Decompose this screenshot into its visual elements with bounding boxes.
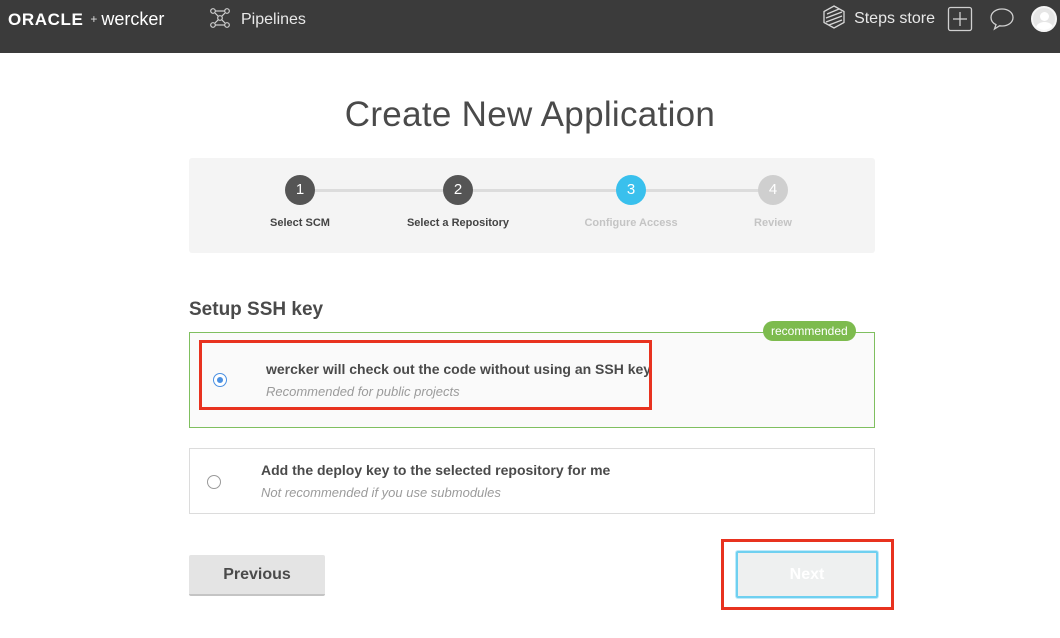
wizard-stepper: 1 Select SCM 2 Select a Repository 3 Con… xyxy=(189,158,875,253)
oracle-wordmark: ORACLE xyxy=(8,10,84,29)
option-title: Add the deploy key to the selected repos… xyxy=(261,462,611,478)
brand-logo[interactable]: ORACLE + wercker xyxy=(8,9,164,30)
step-number: 1 xyxy=(285,175,315,205)
step-label: Review xyxy=(754,217,792,229)
step-select-repository[interactable]: 2 Select a Repository xyxy=(388,175,528,229)
ssh-option-no-key[interactable]: wercker will check out the code without … xyxy=(189,332,875,428)
nav-pipelines-link[interactable]: Pipelines xyxy=(208,6,306,35)
step-label: Configure Access xyxy=(584,217,678,229)
nav-right-group: Steps store xyxy=(823,4,1060,34)
step-number: 4 xyxy=(758,175,788,205)
recommended-badge: recommended xyxy=(763,321,856,341)
steps-store-label: Steps store xyxy=(854,10,935,27)
user-avatar[interactable] xyxy=(1031,6,1057,32)
step-number: 2 xyxy=(443,175,473,205)
nav-pipelines-label: Pipelines xyxy=(241,11,306,28)
option-subtitle: Recommended for public projects xyxy=(266,384,460,399)
add-button[interactable] xyxy=(947,6,973,32)
radio-add-deploy-key[interactable] xyxy=(207,475,221,489)
next-button[interactable]: Next xyxy=(736,551,878,598)
radio-no-ssh-key[interactable] xyxy=(213,373,227,387)
chat-bubble-icon xyxy=(990,8,1014,31)
steps-store-icon xyxy=(823,4,845,34)
step-select-scm[interactable]: 1 Select SCM xyxy=(230,175,370,229)
previous-button[interactable]: Previous xyxy=(189,555,325,596)
step-configure-access: 3 Configure Access xyxy=(561,175,701,229)
top-navbar: ORACLE + wercker Pipelines Steps store xyxy=(0,0,1060,53)
option-title: wercker will check out the code without … xyxy=(266,361,652,377)
pipelines-icon xyxy=(208,6,232,35)
step-label: Select SCM xyxy=(270,217,330,229)
wercker-wordmark: wercker xyxy=(101,9,165,29)
nav-steps-store-link[interactable]: Steps store xyxy=(823,4,935,34)
plus-icon xyxy=(947,6,973,32)
step-label: Select a Repository xyxy=(406,217,510,229)
step-number: 3 xyxy=(616,175,646,205)
page-title: Create New Application xyxy=(344,95,716,134)
ssh-option-deploy-key[interactable]: Add the deploy key to the selected repos… xyxy=(189,448,875,514)
section-title-setup-ssh: Setup SSH key xyxy=(189,299,324,320)
option-subtitle: Not recommended if you use submodules xyxy=(261,485,501,500)
step-review: 4 Review xyxy=(703,175,843,229)
brand-plus: + xyxy=(90,12,98,26)
feedback-button[interactable] xyxy=(989,6,1015,32)
